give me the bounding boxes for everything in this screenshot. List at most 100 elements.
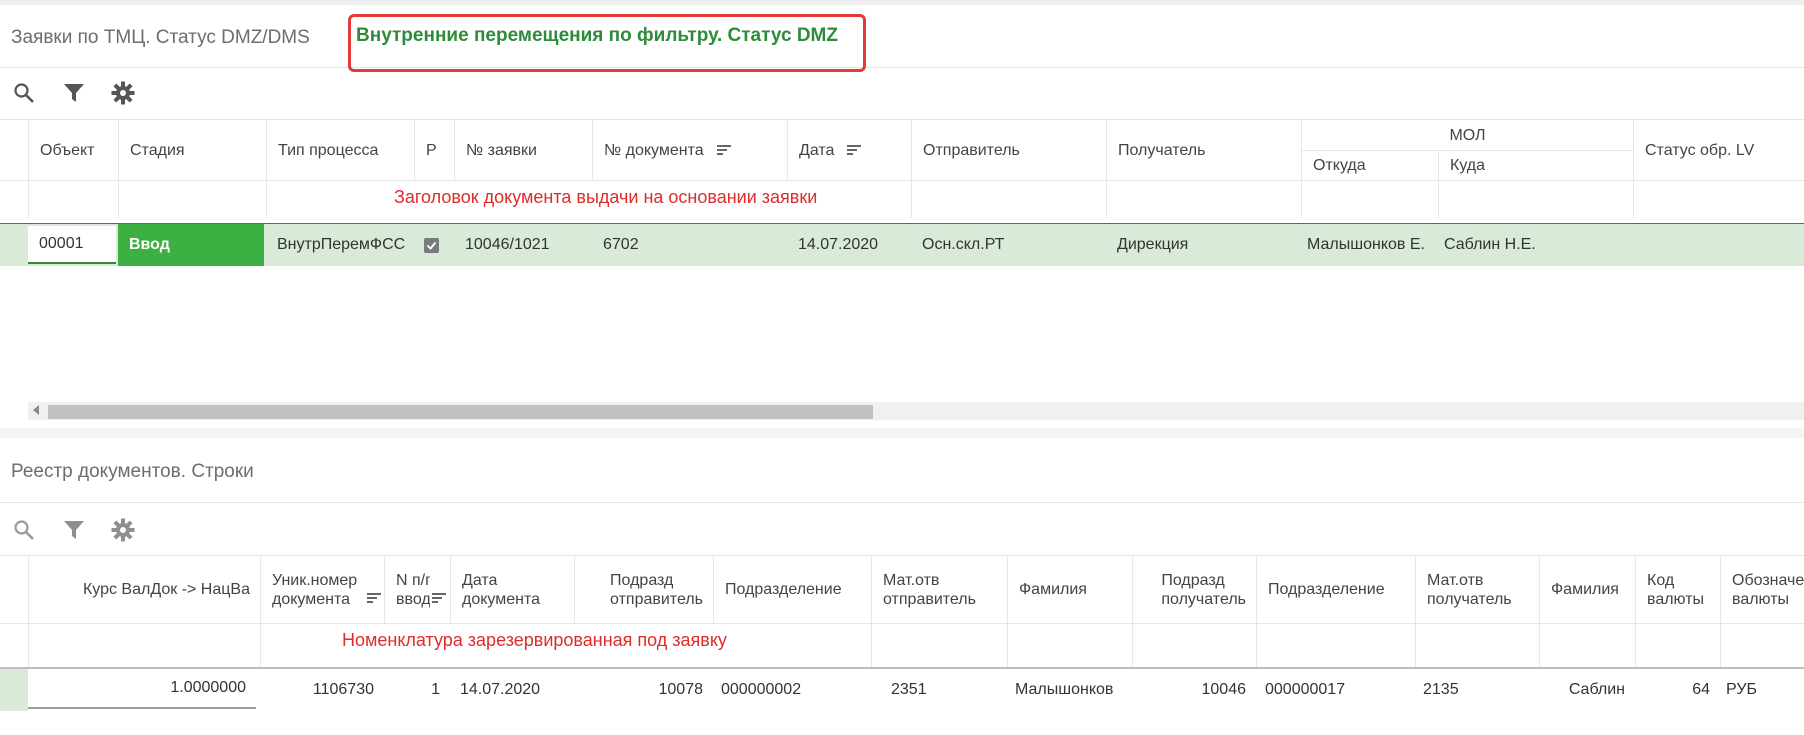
col-molrecv[interactable]: Мат.отв получатель xyxy=(1415,556,1539,623)
col-currency-desig[interactable]: Обозначенвалюты xyxy=(1720,556,1804,623)
cell-uniq[interactable]: 1106730 xyxy=(260,669,384,711)
cell-subsend[interactable]: 10078 xyxy=(574,669,713,711)
col-date[interactable]: Дата xyxy=(787,120,911,180)
search-button[interactable] xyxy=(9,515,39,545)
filter-cell[interactable] xyxy=(1415,623,1539,667)
cell-currency-desig[interactable]: РУБ xyxy=(1720,669,1804,711)
col-subrecv[interactable]: Подразд получатель xyxy=(1132,556,1256,623)
settings-button[interactable] xyxy=(108,78,138,108)
cell-doc-no[interactable]: 6702 xyxy=(592,224,787,266)
cell-from[interactable]: Малышонков Е. xyxy=(1301,224,1438,266)
table-row[interactable]: 1.0000000 1106730 1 14.07.2020 10078 000… xyxy=(0,669,1804,711)
filter-cell[interactable] xyxy=(1539,623,1635,667)
cell-date[interactable]: 14.07.2020 xyxy=(787,224,911,266)
scroll-left-icon[interactable] xyxy=(33,405,39,415)
sort-icon[interactable] xyxy=(432,591,446,605)
col-subsend[interactable]: Подразд отправитель xyxy=(574,556,713,623)
col-doc-no[interactable]: № документа xyxy=(592,120,787,180)
col-request-no[interactable]: № заявки xyxy=(454,120,592,180)
filter-cell[interactable] xyxy=(871,623,1007,667)
col-r[interactable]: Р xyxy=(414,120,454,180)
col-status-lv[interactable]: Статус обр. LV xyxy=(1633,120,1804,180)
filter-cell[interactable] xyxy=(1438,180,1633,218)
annotation-lines: Номенклатура зарезервированная под заявк… xyxy=(342,630,727,650)
search-button[interactable] xyxy=(9,78,39,108)
col-uniq[interactable]: Уник.номер документа xyxy=(260,556,384,623)
col-receiver[interactable]: Получатель xyxy=(1106,120,1301,180)
col-process-type[interactable]: Тип процесса xyxy=(266,120,414,180)
filter-cell[interactable] xyxy=(1633,180,1804,218)
cell-request-no[interactable]: 10046/1021 xyxy=(454,224,592,266)
cell-to[interactable]: Саблин Н.Е. xyxy=(1438,224,1633,266)
panel1-grid: Объект Стадия Тип процесса Р № заявки № … xyxy=(0,120,1804,402)
panel1-subtitle[interactable]: Внутренние перемещения по фильтру. Стату… xyxy=(356,25,838,47)
col-to[interactable]: Куда xyxy=(1438,150,1633,180)
filter-cell[interactable] xyxy=(1635,623,1720,667)
col-docdate[interactable]: Дата документа xyxy=(450,556,574,623)
filter-cell[interactable] xyxy=(1132,623,1256,667)
sort-icon[interactable] xyxy=(847,143,862,157)
cell-molrecv[interactable]: 2135 xyxy=(1415,669,1539,711)
filter-icon xyxy=(64,521,84,539)
cell-docdate[interactable]: 14.07.2020 xyxy=(450,669,574,711)
cell-division2[interactable]: 000000017 xyxy=(1256,669,1415,711)
filter-button[interactable] xyxy=(59,78,89,108)
col-division1[interactable]: Подразделение xyxy=(713,556,871,623)
row-marker xyxy=(0,669,28,711)
col-stage[interactable]: Стадия xyxy=(118,120,266,180)
filter-icon xyxy=(64,84,84,102)
cell-subrecv[interactable]: 10046 xyxy=(1132,669,1256,711)
cell-npp[interactable]: 1 xyxy=(384,669,450,711)
col-object[interactable]: Объект xyxy=(28,120,118,180)
cell-molsend[interactable]: 2351 xyxy=(871,669,1007,711)
filter-cell[interactable] xyxy=(911,180,1106,218)
cell-currency-code[interactable]: 64 xyxy=(1635,669,1720,711)
col-from[interactable]: Откуда xyxy=(1301,150,1438,180)
col-surname2[interactable]: Фамилия xyxy=(1539,556,1635,623)
filter-cell[interactable] xyxy=(118,180,266,218)
panel2-grid: Курс ВалДок -> НацВа Уник.номер документа… xyxy=(0,556,1804,735)
filter-cell[interactable] xyxy=(1007,623,1132,667)
col-mol-group: МОЛ xyxy=(1301,120,1633,150)
sort-icon[interactable] xyxy=(367,591,382,605)
annotation-header: Заголовок документа выдачи на основании … xyxy=(394,187,818,207)
cell-process-type[interactable]: ВнутрПеремФСС xyxy=(266,224,414,266)
cell-receiver[interactable]: Дирекция xyxy=(1106,224,1301,266)
col-sender[interactable]: Отправитель xyxy=(911,120,1106,180)
cell-stage[interactable]: Ввод xyxy=(118,224,264,266)
panel-separator xyxy=(0,428,1804,438)
panel2-toolbar xyxy=(0,503,1804,556)
filter-cell[interactable] xyxy=(28,623,260,667)
cell-sender[interactable]: Осн.скл.РТ xyxy=(911,224,1106,266)
cell-division1[interactable]: 000000002 xyxy=(713,669,871,711)
panel1-title: Заявки по ТМЦ. Статус DMZ/DMS xyxy=(11,27,310,48)
filter-cell[interactable] xyxy=(1301,180,1438,218)
filter-cell[interactable] xyxy=(1106,180,1301,218)
cell-surname2[interactable]: Саблин xyxy=(1539,669,1635,711)
cell-object[interactable]: 00001 xyxy=(28,226,116,264)
col-currency-code[interactable]: Код валюты xyxy=(1635,556,1720,623)
filter-button[interactable] xyxy=(59,515,89,545)
col-molsend[interactable]: Мат.отв отправитель xyxy=(871,556,1007,623)
col-surname1[interactable]: Фамилия xyxy=(1007,556,1132,623)
sort-icon[interactable] xyxy=(716,143,731,157)
cell-surname1[interactable]: Малышонков xyxy=(1007,669,1132,711)
checkbox[interactable] xyxy=(424,237,439,253)
gear-icon xyxy=(111,81,135,105)
col-npp[interactable]: N п/г ввод xyxy=(384,556,450,623)
filter-cell[interactable] xyxy=(1720,623,1804,667)
filter-cell[interactable] xyxy=(28,180,118,218)
cell-rate[interactable]: 1.0000000 xyxy=(28,669,256,709)
filter-cell[interactable] xyxy=(1256,623,1415,667)
col-division2[interactable]: Подразделение xyxy=(1256,556,1415,623)
col-rate[interactable]: Курс ВалДок -> НацВа xyxy=(28,556,260,623)
panel1-toolbar xyxy=(0,68,1804,120)
search-icon xyxy=(14,520,34,540)
search-icon xyxy=(14,83,34,103)
cell-status-lv[interactable] xyxy=(1633,224,1804,266)
panel2-header: Реестр документов. Строки xyxy=(0,438,1804,503)
settings-button[interactable] xyxy=(108,515,138,545)
scrollbar-thumb[interactable] xyxy=(48,405,873,419)
cell-r[interactable] xyxy=(414,224,454,266)
table-row[interactable]: 00001 Ввод ВнутрПеремФСС 10046/1021 6702… xyxy=(0,224,1804,266)
